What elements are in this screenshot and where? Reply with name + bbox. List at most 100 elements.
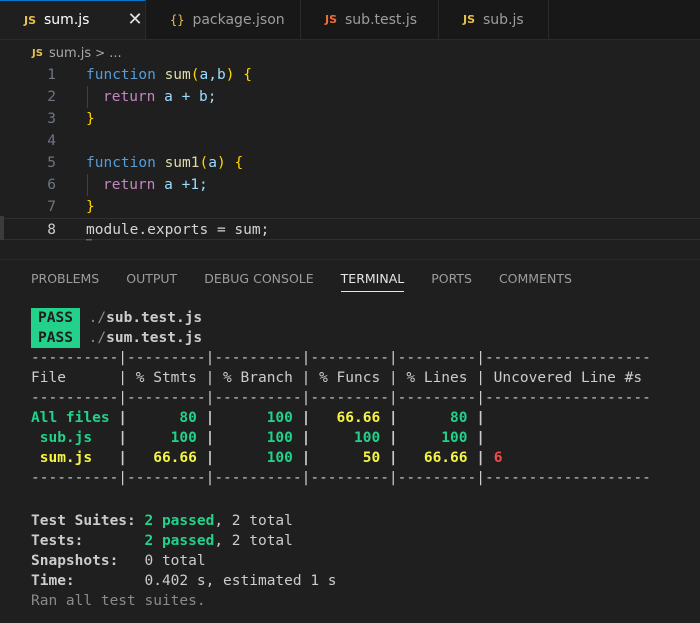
ellipsis-hint-icon: ⋯ — [86, 235, 93, 246]
coverage-row: sub.js | 100 | 100 | 100 | 100 | — [31, 430, 485, 446]
tab-ports[interactable]: PORTS — [431, 271, 472, 292]
line-number: 8 — [47, 222, 56, 238]
paren: ) — [216, 155, 226, 171]
indent-guide — [87, 86, 88, 108]
summary-passed: 2 passed — [144, 533, 215, 549]
breadcrumb[interactable]: JS sum.js > ... — [32, 44, 122, 62]
summary-tests: Tests: 2 passed, 2 total — [31, 531, 293, 551]
brace: } — [86, 111, 95, 127]
summary-total: , 2 total — [214, 533, 293, 549]
line-number: 4 — [47, 133, 56, 149]
tab-terminal[interactable]: TERMINAL — [340, 271, 405, 292]
tab-sub-test-js[interactable]: JS sub.test.js — [301, 0, 439, 39]
test-result-line: PASS ./sub.test.js — [31, 308, 202, 328]
file-cell: sub.js — [31, 430, 93, 446]
line-number: 3 — [47, 111, 56, 127]
stmts-cell: 80 — [179, 410, 197, 426]
summary-label: Time: — [31, 573, 75, 589]
summary-snapshots: Snapshots: 0 total — [31, 551, 206, 571]
scroll-marker — [0, 216, 4, 240]
test-result-line: PASS ./sum.test.js — [31, 328, 202, 348]
line-number: 5 — [47, 155, 56, 171]
paren: ( — [190, 67, 200, 83]
file-cell: sum.js — [31, 450, 93, 466]
summary-label: Tests: — [31, 533, 84, 549]
stmts-cell: 100 — [170, 430, 197, 446]
function-name: sum — [164, 67, 191, 83]
branch-cell: 100 — [266, 410, 293, 426]
tab-label: sub.test.js — [345, 11, 418, 28]
tab-package-json[interactable]: {} package.json — [146, 0, 301, 39]
code-line: 1 function sum(a,b) { — [0, 64, 700, 86]
expression: a + b; — [164, 89, 217, 105]
summary-footer: Ran all test suites. — [31, 593, 206, 609]
javascript-file-icon: JS — [24, 13, 37, 27]
summary-time: Time: 0.402 s, estimated 1 s — [31, 571, 337, 591]
bottom-panel: PROBLEMS OUTPUT DEBUG CONSOLE TERMINAL P… — [0, 259, 700, 623]
keyword: return — [103, 89, 156, 105]
keyword: function — [86, 67, 156, 83]
summary-label: Snapshots: — [31, 553, 119, 569]
pass-badge: PASS — [31, 308, 80, 328]
code-line: 7 } — [0, 196, 700, 218]
test-file-icon: JS — [325, 13, 338, 26]
code-line: 2 return a + b; — [0, 86, 700, 108]
json-file-icon: {} — [170, 12, 185, 27]
line-number: 2 — [47, 89, 56, 105]
tab-label: sub.js — [483, 11, 524, 28]
summary-value: 0.402 s, estimated 1 s — [144, 573, 337, 589]
brace: { — [243, 67, 252, 83]
coverage-row: All files | 80 | 100 | 66.66 | 80 | — [31, 410, 485, 426]
brace: { — [234, 155, 244, 171]
breadcrumb-file[interactable]: sum.js — [49, 46, 91, 61]
tab-problems[interactable]: PROBLEMS — [31, 271, 99, 292]
params: a,b — [199, 67, 226, 83]
indent-guide — [87, 174, 88, 196]
tab-label: sum.js — [44, 12, 90, 28]
table-header: File | % Stmts | % Branch | % Funcs | % … — [31, 370, 651, 386]
table-separator: ----------|---------|----------|--------… — [31, 350, 651, 366]
summary-value: 0 total — [144, 553, 206, 569]
tab-sub-js[interactable]: JS sub.js — [439, 0, 549, 39]
close-icon[interactable]: ✕ — [127, 11, 142, 29]
tab-sum-js[interactable]: JS sum.js ✕ — [0, 0, 146, 39]
funcs-cell: 66.66 — [336, 410, 381, 426]
line-number: 1 — [47, 67, 56, 83]
code-text: module.exports = sum; — [86, 222, 270, 238]
funcs-cell: 50 — [362, 450, 381, 466]
file-cell: All files — [31, 410, 110, 426]
current-code-line: 8 module.exports = sum; — [0, 218, 700, 240]
summary-total: , 2 total — [214, 513, 293, 529]
code-line: 3 } — [0, 108, 700, 130]
keyword: function — [86, 155, 156, 171]
tab-output[interactable]: OUTPUT — [126, 271, 177, 292]
branch-cell: 100 — [266, 450, 293, 466]
breadcrumb-rest[interactable]: ... — [109, 46, 121, 61]
tab-label: package.json — [192, 11, 285, 28]
code-line: 4 — [0, 130, 700, 152]
function-name: sum1 — [164, 155, 200, 171]
paren: ( — [199, 155, 209, 171]
lines-cell: 80 — [450, 410, 468, 426]
coverage-row: sum.js | 66.66 | 100 | 50 | 66.66 | 6 — [31, 450, 503, 466]
uncovered-cell: 6 — [493, 450, 503, 466]
table-separator: ----------|---------|----------|--------… — [31, 470, 651, 486]
pass-badge: PASS — [31, 328, 80, 348]
line-number: 7 — [47, 199, 56, 215]
editor-tab-bar: JS sum.js ✕ {} package.json JS sub.test.… — [0, 0, 700, 40]
table-separator: ----------|---------|----------|--------… — [31, 390, 651, 406]
test-dir: ./ — [88, 310, 107, 326]
tab-debug-console[interactable]: DEBUG CONSOLE — [204, 271, 313, 292]
tab-comments[interactable]: COMMENTS — [499, 271, 572, 292]
javascript-file-icon: JS — [32, 47, 43, 59]
expression: a +1; — [164, 177, 208, 193]
summary-label: Test Suites: — [31, 513, 136, 529]
brace: } — [86, 199, 95, 215]
summary-suites: Test Suites: 2 passed, 2 total — [31, 511, 293, 531]
lines-cell: 100 — [441, 430, 468, 446]
summary-passed: 2 passed — [144, 513, 215, 529]
test-dir: ./ — [88, 330, 107, 346]
chevron-right-icon: > — [95, 46, 106, 60]
line-number: 6 — [47, 177, 56, 193]
code-editor[interactable]: 1 function sum(a,b) { 2 return a + b; 3 … — [0, 64, 700, 246]
